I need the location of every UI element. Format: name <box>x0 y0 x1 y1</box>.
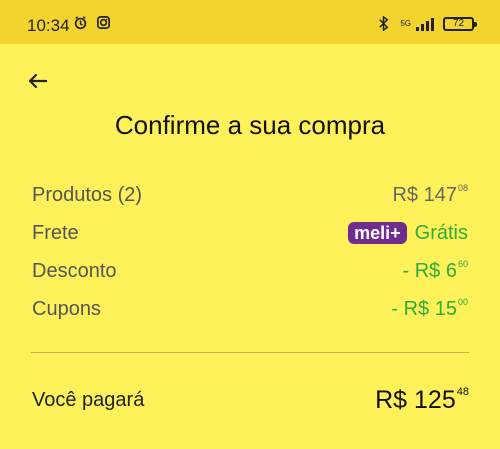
signal-icon <box>416 17 434 31</box>
arrow-left-icon <box>28 73 48 89</box>
battery-icon: 72 <box>443 16 477 31</box>
products-row: Produtos (2) R$ 14708 <box>32 180 468 210</box>
coupons-row: Cupons - R$ 1500 <box>32 294 468 324</box>
coupons-prefix: - R$ <box>391 298 430 320</box>
instagram-icon <box>97 16 110 29</box>
products-label: Produtos (2) <box>32 183 143 206</box>
total-integer: 125 <box>414 385 456 414</box>
total-price: R$ 12548 <box>375 386 469 415</box>
shipping-label: Frete <box>32 221 79 244</box>
products-cents: 08 <box>457 183 468 193</box>
total-label: Você pagará <box>32 388 145 411</box>
products-price: R$ 14708 <box>392 183 468 207</box>
products-integer: 147 <box>423 184 457 206</box>
meli-plus-badge: meli+ <box>348 222 407 244</box>
discount-prefix: - R$ <box>402 260 441 282</box>
coupons-cents: 00 <box>457 297 468 307</box>
network-label: 5G <box>400 18 411 28</box>
page-title: Confirme a sua compra <box>114 110 386 140</box>
total-cents: 48 <box>456 385 469 398</box>
products-currency: R$ <box>392 184 419 206</box>
discount-price: - R$ 660 <box>403 259 469 283</box>
total-row: Você pagará R$ 12548 <box>32 384 469 416</box>
shipping-row: Frete meli+ Grátis <box>32 218 468 248</box>
total-currency: R$ <box>375 385 408 414</box>
discount-row: Desconto - R$ 660 <box>32 256 468 286</box>
discount-label: Desconto <box>32 259 117 282</box>
discount-integer: 6 <box>445 260 457 282</box>
status-time: 10:34 <box>27 16 70 35</box>
coupons-integer: 15 <box>434 298 457 320</box>
discount-cents: 60 <box>457 259 468 269</box>
alarm-icon <box>74 16 87 30</box>
back-button[interactable] <box>24 67 52 95</box>
battery-level: 72 <box>452 17 465 29</box>
status-left-icons <box>73 15 111 30</box>
coupons-label: Cupons <box>32 297 101 320</box>
purchase-confirmation-screen: 10:34 5G 72 Confirme a sua compra Produt… <box>0 0 500 449</box>
coupons-price: - R$ 1500 <box>391 297 468 321</box>
bluetooth-icon <box>379 16 389 31</box>
shipping-value: meli+ Grátis <box>348 222 468 245</box>
free-shipping-label: Grátis <box>414 221 468 244</box>
summary-divider <box>31 352 469 353</box>
status-bar: 10:34 5G 72 <box>0 0 500 44</box>
status-right-icons: 5G 72 <box>376 16 477 31</box>
